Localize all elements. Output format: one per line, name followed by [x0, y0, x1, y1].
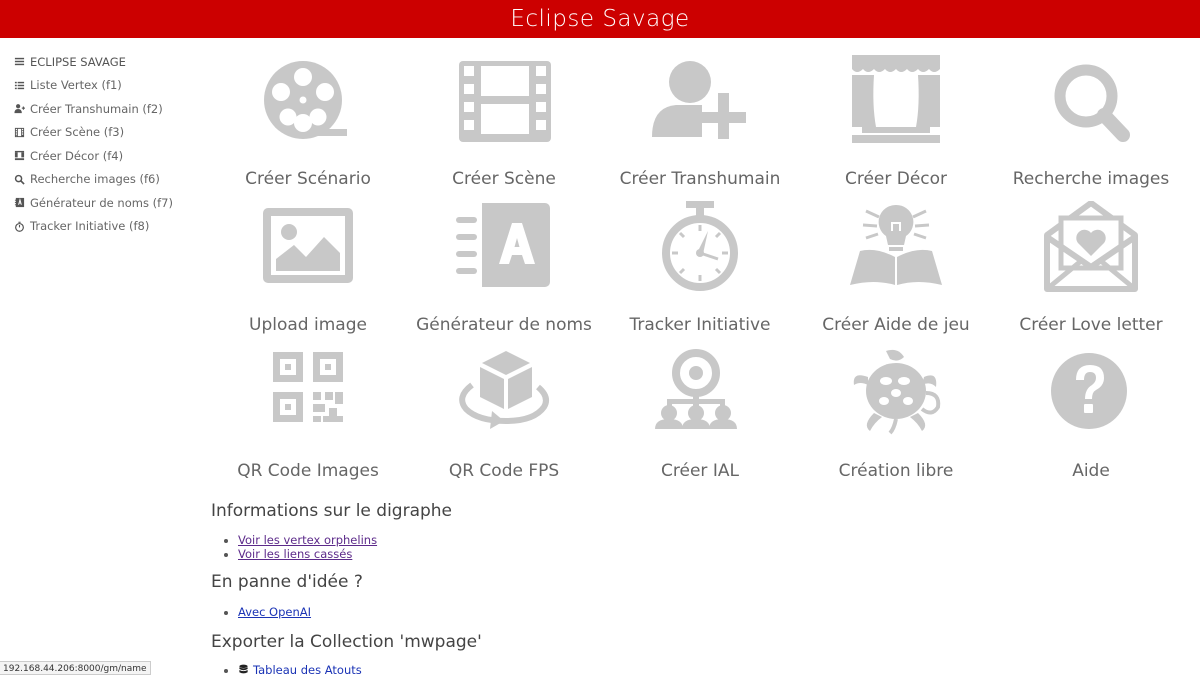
sidebar-item-image-search[interactable]: Recherche images (f6) — [14, 168, 204, 192]
tile-create-transhuman[interactable]: Créer Transhumain — [602, 55, 798, 201]
orphan-vertex-link[interactable]: Voir les vertex orphelins — [238, 533, 377, 547]
question-circle-icon — [1041, 347, 1141, 447]
app-title: Eclipse Savage — [510, 6, 690, 32]
search-icon — [14, 174, 30, 185]
tile-create-love-letter[interactable]: Créer Love letter — [993, 200, 1189, 347]
tile-label: Créer Scène — [452, 169, 556, 189]
cube-rotate-icon — [454, 347, 554, 447]
tile-create-scenario[interactable]: Créer Scénario — [210, 55, 406, 201]
film-reel-icon — [258, 55, 358, 155]
tile-create-decor[interactable]: Créer Décor — [798, 55, 994, 201]
stopwatch-icon — [650, 201, 750, 301]
sidebar-item-name-generator[interactable]: Générateur de noms (f7) — [14, 191, 204, 215]
ideas-links: Avec OpenAI — [238, 605, 311, 620]
film-strip-icon — [454, 55, 554, 155]
tile-qr-code-fps[interactable]: QR Code FPS — [406, 347, 602, 493]
sidebar-item-create-scene[interactable]: Créer Scène (f3) — [14, 121, 204, 145]
tile-label: Upload image — [249, 315, 367, 335]
network-icon — [650, 347, 750, 447]
app-header: Eclipse Savage — [0, 0, 1200, 38]
search-icon — [1041, 55, 1141, 155]
tile-label: Créer Aide de jeu — [822, 315, 970, 335]
tile-create-game-aid[interactable]: Créer Aide de jeu — [798, 201, 994, 347]
tile-label: QR Code FPS — [448, 461, 560, 481]
sidebar-item-create-decor[interactable]: Créer Décor (f4) — [14, 144, 204, 168]
tile-qr-code-images[interactable]: QR Code Images — [210, 347, 406, 493]
user-plus-icon — [14, 103, 30, 114]
tile-label: Créer Scénario — [245, 169, 371, 189]
sidebar-item-home[interactable]: ECLIPSE SAVAGE — [14, 50, 204, 74]
digraph-links: Voir les vertex orphelins Voir les liens… — [238, 533, 377, 562]
broken-links-link[interactable]: Voir les liens cassés — [238, 547, 352, 561]
tile-label: Tracker Initiative — [629, 315, 771, 335]
tile-label: Recherche images — [1012, 169, 1170, 189]
section-title-export: Exporter la Collection 'mwpage' — [211, 632, 482, 652]
tile-label: Créer Transhumain — [619, 169, 781, 189]
tile-name-generator[interactable]: Générateur de noms — [406, 201, 602, 347]
menu-icon — [14, 56, 30, 67]
tile-label: QR Code Images — [237, 461, 379, 481]
qr-code-icon — [258, 347, 358, 447]
tile-initiative-tracker[interactable]: Tracker Initiative — [602, 201, 798, 347]
sidebar-item-label: ECLIPSE SAVAGE — [30, 54, 126, 69]
openai-link[interactable]: Avec OpenAI — [238, 605, 311, 619]
sidebar-item-vertex-list[interactable]: Liste Vertex (f1) — [14, 74, 204, 98]
love-letter-icon — [1041, 200, 1141, 301]
tile-create-scene[interactable]: Créer Scène — [406, 55, 602, 201]
tile-label: Générateur de noms — [416, 315, 592, 335]
perks-table-link[interactable]: Tableau des Atouts — [253, 663, 362, 675]
section-title-digraph: Informations sur le digraphe — [211, 501, 453, 521]
tile-help[interactable]: Aide — [993, 347, 1189, 493]
stopwatch-icon — [14, 221, 30, 232]
tile-label: Création libre — [838, 461, 954, 481]
image-icon — [258, 201, 358, 301]
address-book-icon — [14, 197, 30, 208]
sidebar-item-label: Créer Décor (f4) — [30, 148, 124, 163]
tile-label: Créer IAL — [661, 461, 739, 481]
list-item: Avec OpenAI — [238, 605, 311, 620]
tile-free-creation[interactable]: Création libre — [798, 347, 994, 493]
status-url-tooltip: 192.168.44.206:8000/gm/name — [0, 661, 151, 675]
sidebar: ECLIPSE SAVAGE Liste Vertex (f1) Créer T… — [14, 50, 204, 238]
idea-book-icon — [846, 201, 946, 301]
tile-label: Créer Love letter — [1019, 315, 1163, 335]
sidebar-item-label: Liste Vertex (f1) — [30, 78, 122, 93]
sidebar-item-label: Tracker Initiative (f8) — [30, 219, 150, 234]
list-item: Voir les liens cassés — [238, 547, 377, 562]
tile-label: Créer Décor — [844, 169, 948, 189]
user-plus-icon — [650, 55, 750, 155]
sidebar-item-label: Recherche images (f6) — [30, 172, 160, 187]
tile-image-search[interactable]: Recherche images — [993, 55, 1189, 201]
theater-icon — [14, 150, 30, 161]
tile-upload-image[interactable]: Upload image — [210, 201, 406, 347]
film-icon — [14, 127, 30, 138]
tile-create-ial[interactable]: Créer IAL — [602, 347, 798, 493]
sidebar-item-initiative-tracker[interactable]: Tracker Initiative (f8) — [14, 215, 204, 239]
sidebar-item-label: Créer Transhumain (f2) — [30, 101, 163, 116]
section-title-ideas: En panne d'idée ? — [211, 572, 363, 592]
sidebar-item-create-transhuman[interactable]: Créer Transhumain (f2) — [14, 97, 204, 121]
export-links: Tableau des Atouts — [238, 663, 362, 675]
list-icon — [14, 80, 30, 91]
sidebar-item-label: Créer Scène (f3) — [30, 125, 125, 140]
sidebar-item-label: Générateur de noms (f7) — [30, 195, 173, 210]
theater-curtain-icon — [846, 55, 946, 155]
tile-label: Aide — [1072, 461, 1110, 481]
address-book-icon — [454, 201, 554, 301]
list-item: Tableau des Atouts — [238, 663, 362, 675]
database-icon — [238, 664, 249, 675]
list-item: Voir les vertex orphelins — [238, 533, 377, 548]
turtle-icon — [846, 347, 946, 447]
